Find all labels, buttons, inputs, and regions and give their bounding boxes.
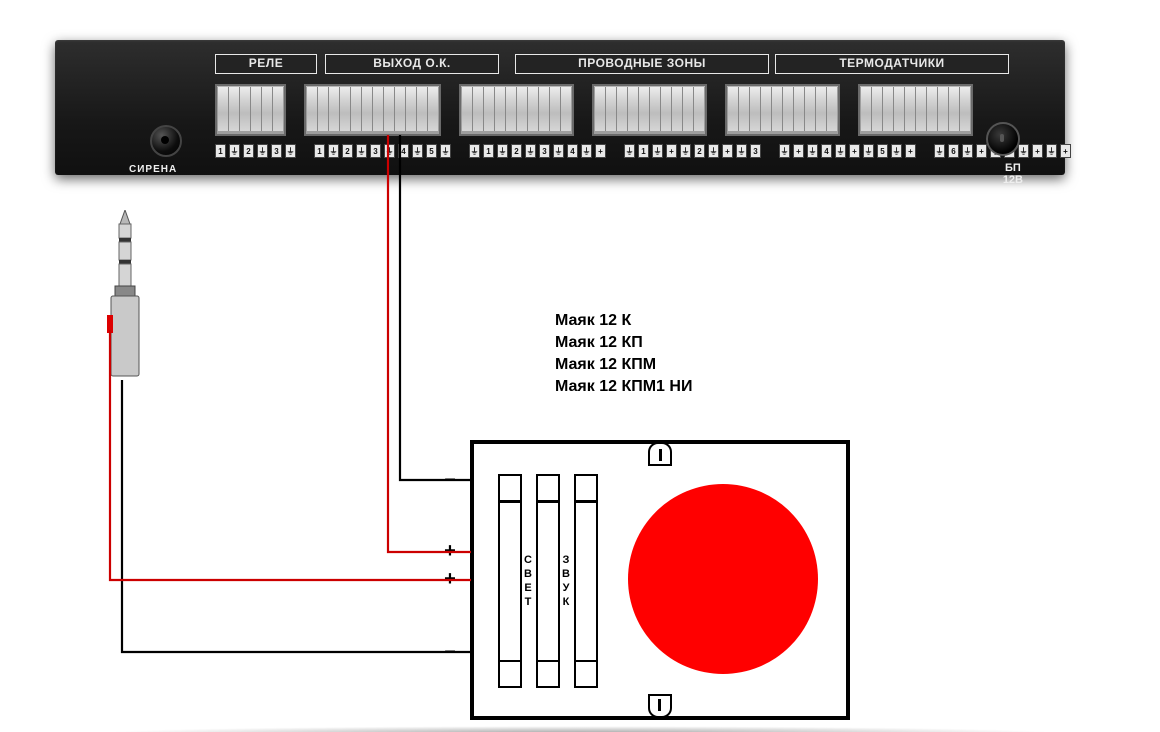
section-label-thermo: ТЕРМОДАТЧИКИ bbox=[775, 54, 1009, 74]
vert-label-light: СВЕТ bbox=[522, 554, 534, 610]
strip-cell: 3 bbox=[271, 144, 282, 158]
terminal-col-3 bbox=[574, 474, 598, 688]
strip-cell: + bbox=[722, 144, 733, 158]
strip-cell: 1 bbox=[314, 144, 325, 158]
model-line-4: Маяк 12 КПМ1 НИ bbox=[555, 376, 692, 398]
strip-cell: ⏚ bbox=[440, 144, 451, 158]
siren-jack-label: СИРЕНА bbox=[129, 164, 177, 175]
strip-cell: ⏚ bbox=[934, 144, 945, 158]
terminal-block bbox=[858, 84, 973, 136]
strip-cell: 5 bbox=[877, 144, 888, 158]
panel-shadow bbox=[100, 726, 1060, 732]
strip-cell: 4 bbox=[567, 144, 578, 158]
polarity-minus-top: – bbox=[440, 468, 460, 491]
control-panel: РЕЛЕ ВЫХОД О.К. ПРОВОДНЫЕ ЗОНЫ ТЕРМОДАТЧ… bbox=[55, 40, 1065, 175]
strip-cell: ⏚ bbox=[863, 144, 874, 158]
terminal-blocks-row bbox=[215, 84, 973, 136]
terminal-col-2 bbox=[536, 474, 560, 688]
siren-device: СВЕТ ЗВУК bbox=[470, 440, 850, 720]
terminal-col-1 bbox=[498, 474, 522, 688]
vert-label-sound: ЗВУК bbox=[560, 554, 572, 610]
terminal-block bbox=[592, 84, 707, 136]
power-jack-label: БП 12В bbox=[1003, 162, 1023, 186]
strip-cell: ⏚ bbox=[285, 144, 296, 158]
strip-cell: ⏚ bbox=[581, 144, 592, 158]
strip-cell: + bbox=[1032, 144, 1043, 158]
terminal-block bbox=[215, 84, 286, 136]
strip-cell: + bbox=[595, 144, 606, 158]
polarity-plus-1: + bbox=[440, 540, 460, 563]
strip-group: 1⏚2⏚3⏚ bbox=[215, 144, 296, 158]
section-label-zones: ПРОВОДНЫЕ ЗОНЫ bbox=[515, 54, 769, 74]
model-list: Маяк 12 К Маяк 12 КП Маяк 12 КПМ Маяк 12… bbox=[555, 310, 692, 398]
red-lamp bbox=[628, 484, 818, 674]
strip-group: ⏚1⏚2⏚3⏚4⏚+ bbox=[469, 144, 606, 158]
strip-cell: ⏚ bbox=[652, 144, 663, 158]
strip-cell: + bbox=[905, 144, 916, 158]
strip-cell: 2 bbox=[694, 144, 705, 158]
strip-cell: + bbox=[849, 144, 860, 158]
strip-cell: ⏚ bbox=[328, 144, 339, 158]
strip-cell: ⏚ bbox=[553, 144, 564, 158]
section-label-relay: РЕЛЕ bbox=[215, 54, 317, 74]
strip-cell: ⏚ bbox=[835, 144, 846, 158]
strip-cell: ⏚ bbox=[229, 144, 240, 158]
model-line-2: Маяк 12 КП bbox=[555, 332, 692, 354]
strip-cell: 1 bbox=[638, 144, 649, 158]
strip-cell: ⏚ bbox=[680, 144, 691, 158]
strip-group: ⏚+⏚4⏚+⏚5⏚+ bbox=[779, 144, 916, 158]
strip-cell: 3 bbox=[370, 144, 381, 158]
terminal-strip-row: 1⏚2⏚3⏚1⏚2⏚3⏚4⏚5⏚⏚1⏚2⏚3⏚4⏚+⏚1⏚+⏚2⏚+⏚3⏚+⏚4… bbox=[215, 144, 1071, 158]
strip-cell: + bbox=[976, 144, 987, 158]
strip-cell: + bbox=[666, 144, 677, 158]
strip-cell: ⏚ bbox=[469, 144, 480, 158]
strip-cell: ⏚ bbox=[412, 144, 423, 158]
terminal-block bbox=[459, 84, 574, 136]
strip-cell: ⏚ bbox=[624, 144, 635, 158]
terminal-block bbox=[725, 84, 840, 136]
strip-cell: ⏚ bbox=[1018, 144, 1029, 158]
strip-cell: 6 bbox=[948, 144, 959, 158]
siren-jack bbox=[150, 125, 182, 157]
strip-cell: ⏚ bbox=[807, 144, 818, 158]
power-jack bbox=[986, 122, 1020, 156]
strip-cell: ⏚ bbox=[497, 144, 508, 158]
strip-cell: 2 bbox=[511, 144, 522, 158]
strip-cell: ⏚ bbox=[1046, 144, 1057, 158]
strip-group: ⏚1⏚+⏚2⏚+⏚3 bbox=[624, 144, 761, 158]
polarity-minus-bottom: – bbox=[440, 640, 460, 663]
model-line-3: Маяк 12 КПМ bbox=[555, 354, 692, 376]
diagram-stage: РЕЛЕ ВЫХОД О.К. ПРОВОДНЫЕ ЗОНЫ ТЕРМОДАТЧ… bbox=[0, 0, 1160, 732]
strip-group: 1⏚2⏚3⏚4⏚5⏚ bbox=[314, 144, 451, 158]
section-label-output: ВЫХОД О.К. bbox=[325, 54, 499, 74]
strip-cell: ⏚ bbox=[384, 144, 395, 158]
strip-cell: ⏚ bbox=[356, 144, 367, 158]
screw-icon bbox=[648, 694, 672, 718]
strip-cell: ⏚ bbox=[736, 144, 747, 158]
polarity-plus-2: + bbox=[440, 568, 460, 591]
audio-plug bbox=[105, 210, 145, 380]
strip-cell: ⏚ bbox=[891, 144, 902, 158]
strip-cell: 3 bbox=[750, 144, 761, 158]
strip-cell: 3 bbox=[539, 144, 550, 158]
terminal-block bbox=[304, 84, 441, 136]
strip-cell: 4 bbox=[398, 144, 409, 158]
strip-cell: 2 bbox=[342, 144, 353, 158]
strip-cell: 1 bbox=[215, 144, 226, 158]
strip-cell: ⏚ bbox=[962, 144, 973, 158]
strip-cell: 2 bbox=[243, 144, 254, 158]
strip-cell: ⏚ bbox=[525, 144, 536, 158]
model-line-1: Маяк 12 К bbox=[555, 310, 692, 332]
strip-cell: ⏚ bbox=[708, 144, 719, 158]
strip-cell: ⏚ bbox=[779, 144, 790, 158]
strip-cell: + bbox=[793, 144, 804, 158]
screw-icon bbox=[648, 442, 672, 466]
strip-cell: 1 bbox=[483, 144, 494, 158]
strip-cell: 4 bbox=[821, 144, 832, 158]
strip-cell: ⏚ bbox=[257, 144, 268, 158]
strip-cell: 5 bbox=[426, 144, 437, 158]
strip-cell: + bbox=[1060, 144, 1071, 158]
